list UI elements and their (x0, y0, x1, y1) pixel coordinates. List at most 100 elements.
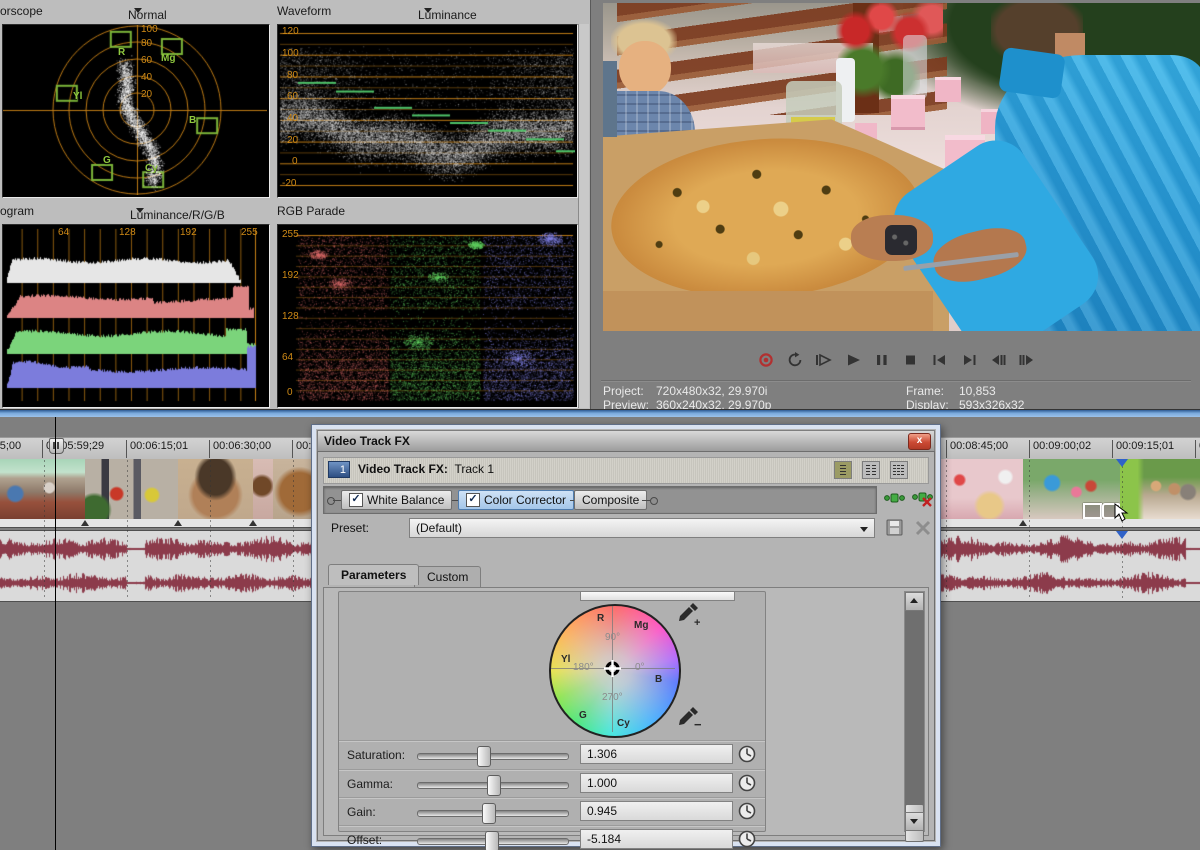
timeline-clip[interactable] (1120, 459, 1200, 519)
offset-slider[interactable] (417, 838, 569, 845)
vegas-app: orscope Normal Waveform Luminance 100 80… (0, 0, 1200, 850)
vectorscope-target-label: B (189, 115, 196, 126)
grid-line (210, 460, 211, 598)
saturation-value[interactable]: 1.306 (580, 744, 733, 764)
vectorscope-target-label: G (103, 155, 111, 166)
saturation-label: Saturation: (347, 748, 405, 762)
gamma-slider[interactable] (417, 782, 569, 789)
fade-handle[interactable] (81, 520, 89, 526)
waveform-panel: 120 100 80 60 40 20 0 -20 (277, 24, 578, 198)
timeline-clip[interactable] (178, 459, 254, 519)
timeline-marker[interactable] (49, 438, 64, 454)
plugin-white-balance[interactable]: ✓ White Balance (341, 490, 452, 510)
timeline-clip[interactable] (253, 459, 274, 519)
timeline-clip[interactable] (935, 459, 1024, 519)
gain-row: Gain: 0.945 (339, 797, 765, 827)
view-list-button[interactable] (834, 461, 852, 479)
previous-frame-button[interactable] (987, 352, 1009, 368)
close-icon: x (917, 435, 923, 446)
pause-button[interactable] (871, 352, 893, 368)
play-from-start-button[interactable] (813, 352, 835, 368)
histogram-panel: 64 128 192 255 (2, 224, 270, 408)
pizza-box-front (603, 291, 933, 331)
timeline-clip[interactable] (1023, 459, 1121, 519)
parade-scale: 255 (282, 229, 299, 240)
divider (601, 380, 1191, 382)
event-pan-crop-icon[interactable] (1083, 503, 1102, 519)
vectorscope-title: orscope (0, 4, 43, 18)
tab-custom[interactable]: Custom (414, 566, 481, 587)
save-preset-icon[interactable] (886, 519, 904, 540)
view-3col-button[interactable] (890, 461, 908, 479)
edit-cursor-marker[interactable] (1116, 459, 1128, 467)
remove-plugin-icon[interactable] (912, 490, 936, 511)
vectorscope-display (3, 25, 267, 195)
edit-cursor-marker[interactable] (1116, 531, 1128, 539)
waveform-scale: 120 (282, 26, 299, 37)
fade-handle[interactable] (174, 520, 182, 526)
preset-combobox[interactable]: (Default) (409, 518, 875, 538)
animate-clock-icon[interactable] (738, 774, 756, 792)
vectorscope-scale: 100 (141, 24, 158, 35)
view-2col-button[interactable] (862, 461, 880, 479)
grid-line (127, 460, 128, 598)
video-scopes-panel: orscope Normal Waveform Luminance 100 80… (0, 0, 590, 409)
gain-slider[interactable] (417, 810, 569, 817)
go-to-end-button[interactable] (958, 352, 980, 368)
record-button[interactable] (755, 352, 777, 368)
svg-text:−: − (694, 717, 701, 732)
watch (885, 225, 917, 255)
go-to-start-button[interactable] (929, 352, 951, 368)
project-value: 720x480x32, 29.970i (656, 384, 767, 398)
wheel-angle-label: 90° (605, 632, 620, 643)
slider-thumb[interactable] (477, 746, 491, 767)
eyedropper-add-icon[interactable]: + (675, 600, 701, 631)
fade-handle[interactable] (1019, 520, 1027, 526)
checkbox-checked[interactable]: ✓ (349, 493, 363, 507)
track-icon: 1 (328, 461, 350, 478)
waveform-title: Waveform (277, 4, 331, 18)
vertical-scrollbar[interactable] (904, 591, 925, 832)
loop-playback-button[interactable] (784, 352, 806, 368)
child-face (619, 41, 671, 95)
playhead[interactable] (55, 417, 56, 850)
timeline-clip[interactable] (85, 459, 179, 519)
checkbox-checked[interactable]: ✓ (466, 493, 480, 507)
timeline-clip[interactable] (0, 459, 86, 519)
color-corrector-panel: R Mg Yl B G Cy 90° 180° 0° 270° + − Satu… (338, 591, 766, 832)
flower-vase (903, 35, 927, 99)
ruler-label: 00:09:30;00 (1195, 440, 1200, 458)
animate-clock-icon[interactable] (738, 745, 756, 763)
slider-thumb[interactable] (487, 775, 501, 796)
offset-value[interactable]: -5.184 (580, 829, 733, 849)
play-button[interactable] (842, 352, 864, 368)
grid-line (946, 460, 947, 598)
wheel-label: R (597, 613, 604, 624)
vectorscope-scale: 20 (141, 89, 152, 100)
chain-wire (333, 500, 341, 501)
gamma-value[interactable]: 1.000 (580, 773, 733, 793)
dialog-title-bar[interactable]: Video Track FX x (317, 430, 935, 452)
delete-preset-icon[interactable] (914, 519, 932, 540)
close-button[interactable]: x (908, 433, 931, 450)
offset-row: Offset: -5.184 (339, 825, 765, 850)
fade-handle[interactable] (249, 520, 257, 526)
parade-title: RGB Parade (277, 204, 345, 218)
next-frame-button[interactable] (1016, 352, 1038, 368)
stop-button[interactable] (900, 352, 922, 368)
slider-thumb[interactable] (482, 803, 496, 824)
scroll-up-button[interactable] (905, 592, 924, 611)
scroll-down-button[interactable] (905, 812, 924, 831)
eyedropper-subtract-icon[interactable]: − (675, 704, 701, 735)
gain-value[interactable]: 0.945 (580, 801, 733, 821)
slider-thumb[interactable] (485, 831, 499, 850)
plugin-color-corrector[interactable]: ✓ Color Corrector (458, 490, 574, 510)
saturation-slider[interactable] (417, 753, 569, 760)
animate-clock-icon[interactable] (738, 830, 756, 848)
animate-clock-icon[interactable] (738, 802, 756, 820)
plugin-composite[interactable]: Composite (574, 490, 647, 510)
wheel-label: Cy (617, 718, 630, 729)
tab-parameters[interactable]: Parameters (328, 564, 419, 585)
insert-plugin-icon[interactable] (884, 490, 906, 509)
wheel-cursor[interactable] (604, 660, 621, 677)
